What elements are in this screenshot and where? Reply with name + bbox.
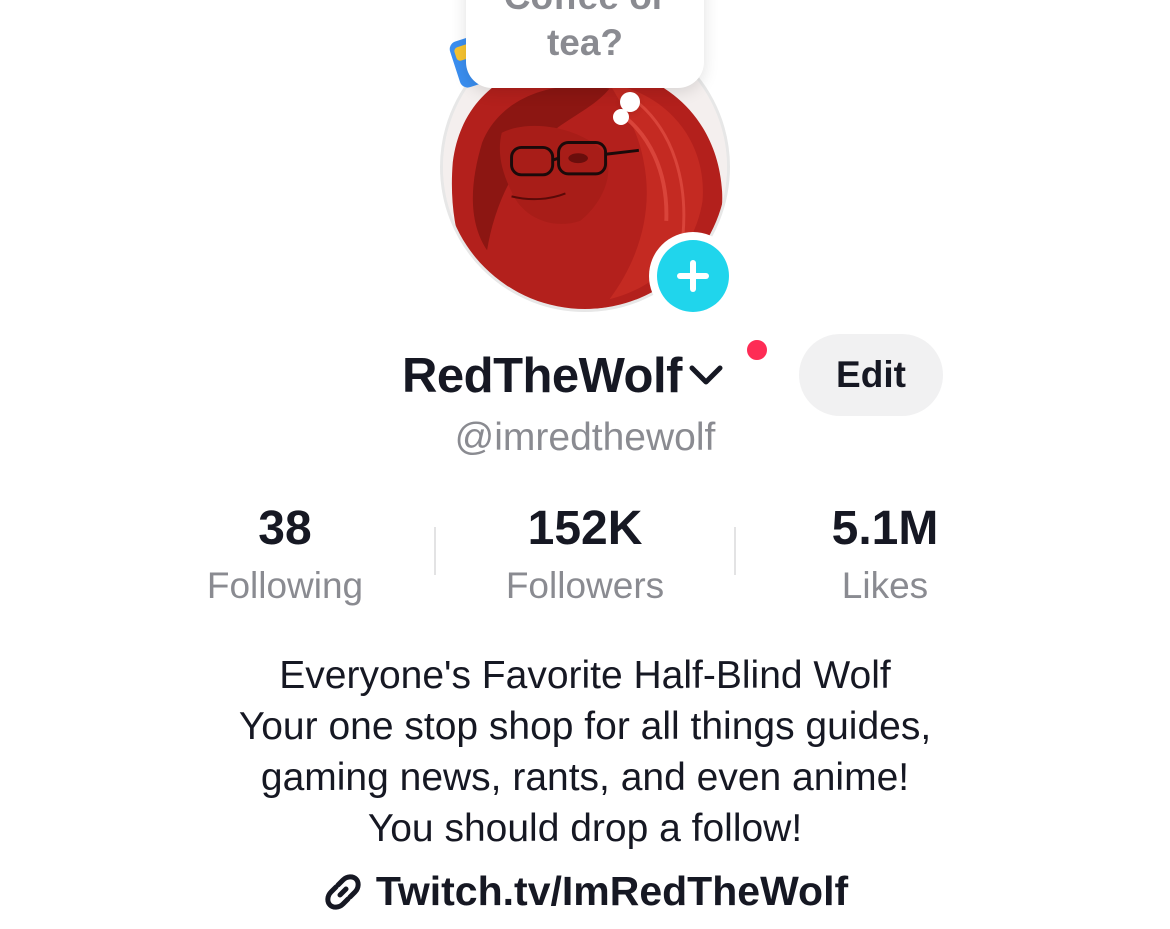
plus-icon bbox=[657, 240, 729, 312]
following-count: 38 bbox=[258, 502, 312, 555]
followers-count: 152K bbox=[527, 502, 643, 555]
bio-line: You should drop a follow! bbox=[367, 807, 803, 850]
profile-page: Coffee or tea? RedTheWolf Edit @imredthe… bbox=[0, 0, 1170, 929]
followers-label: Followers bbox=[505, 565, 665, 606]
stat-likes[interactable]: 5.1M Likes bbox=[735, 500, 1035, 610]
chevron-down-icon[interactable] bbox=[686, 356, 726, 396]
profile-stats: 38 Following 152K Followers 5.1M Likes bbox=[0, 500, 1170, 610]
bio-line: gaming news, rants, and even anime! bbox=[260, 756, 910, 799]
link-text: Twitch.tv/ImRedTheWolf bbox=[375, 868, 849, 914]
add-story-button[interactable] bbox=[649, 232, 737, 320]
username-handle: @imredthewolf bbox=[454, 416, 716, 459]
following-label: Following bbox=[206, 565, 364, 606]
edit-profile-button[interactable]: Edit bbox=[799, 334, 943, 416]
bio-line: Everyone's Favorite Half-Blind Wolf bbox=[279, 654, 891, 697]
profile-note-bubble[interactable]: Coffee or tea? bbox=[466, 0, 704, 88]
likes-count: 5.1M bbox=[831, 502, 939, 555]
note-text-line1: Coffee or bbox=[504, 0, 666, 20]
profile-link[interactable]: Twitch.tv/ImRedTheWolf bbox=[0, 868, 1170, 915]
note-bubble-tail-dot bbox=[613, 109, 629, 125]
bio-line: Your one stop shop for all things guides… bbox=[238, 705, 932, 748]
stat-followers[interactable]: 152K Followers bbox=[435, 500, 735, 610]
notification-dot bbox=[745, 338, 769, 362]
stat-following[interactable]: 38 Following bbox=[135, 500, 435, 610]
display-name-row[interactable]: RedTheWolf bbox=[402, 346, 726, 406]
display-name: RedTheWolf bbox=[402, 349, 682, 403]
note-text-line2: tea? bbox=[546, 22, 624, 63]
likes-label: Likes bbox=[841, 565, 929, 606]
profile-bio: Everyone's Favorite Half-Blind Wolf Your… bbox=[0, 650, 1170, 854]
link-icon bbox=[322, 871, 364, 913]
